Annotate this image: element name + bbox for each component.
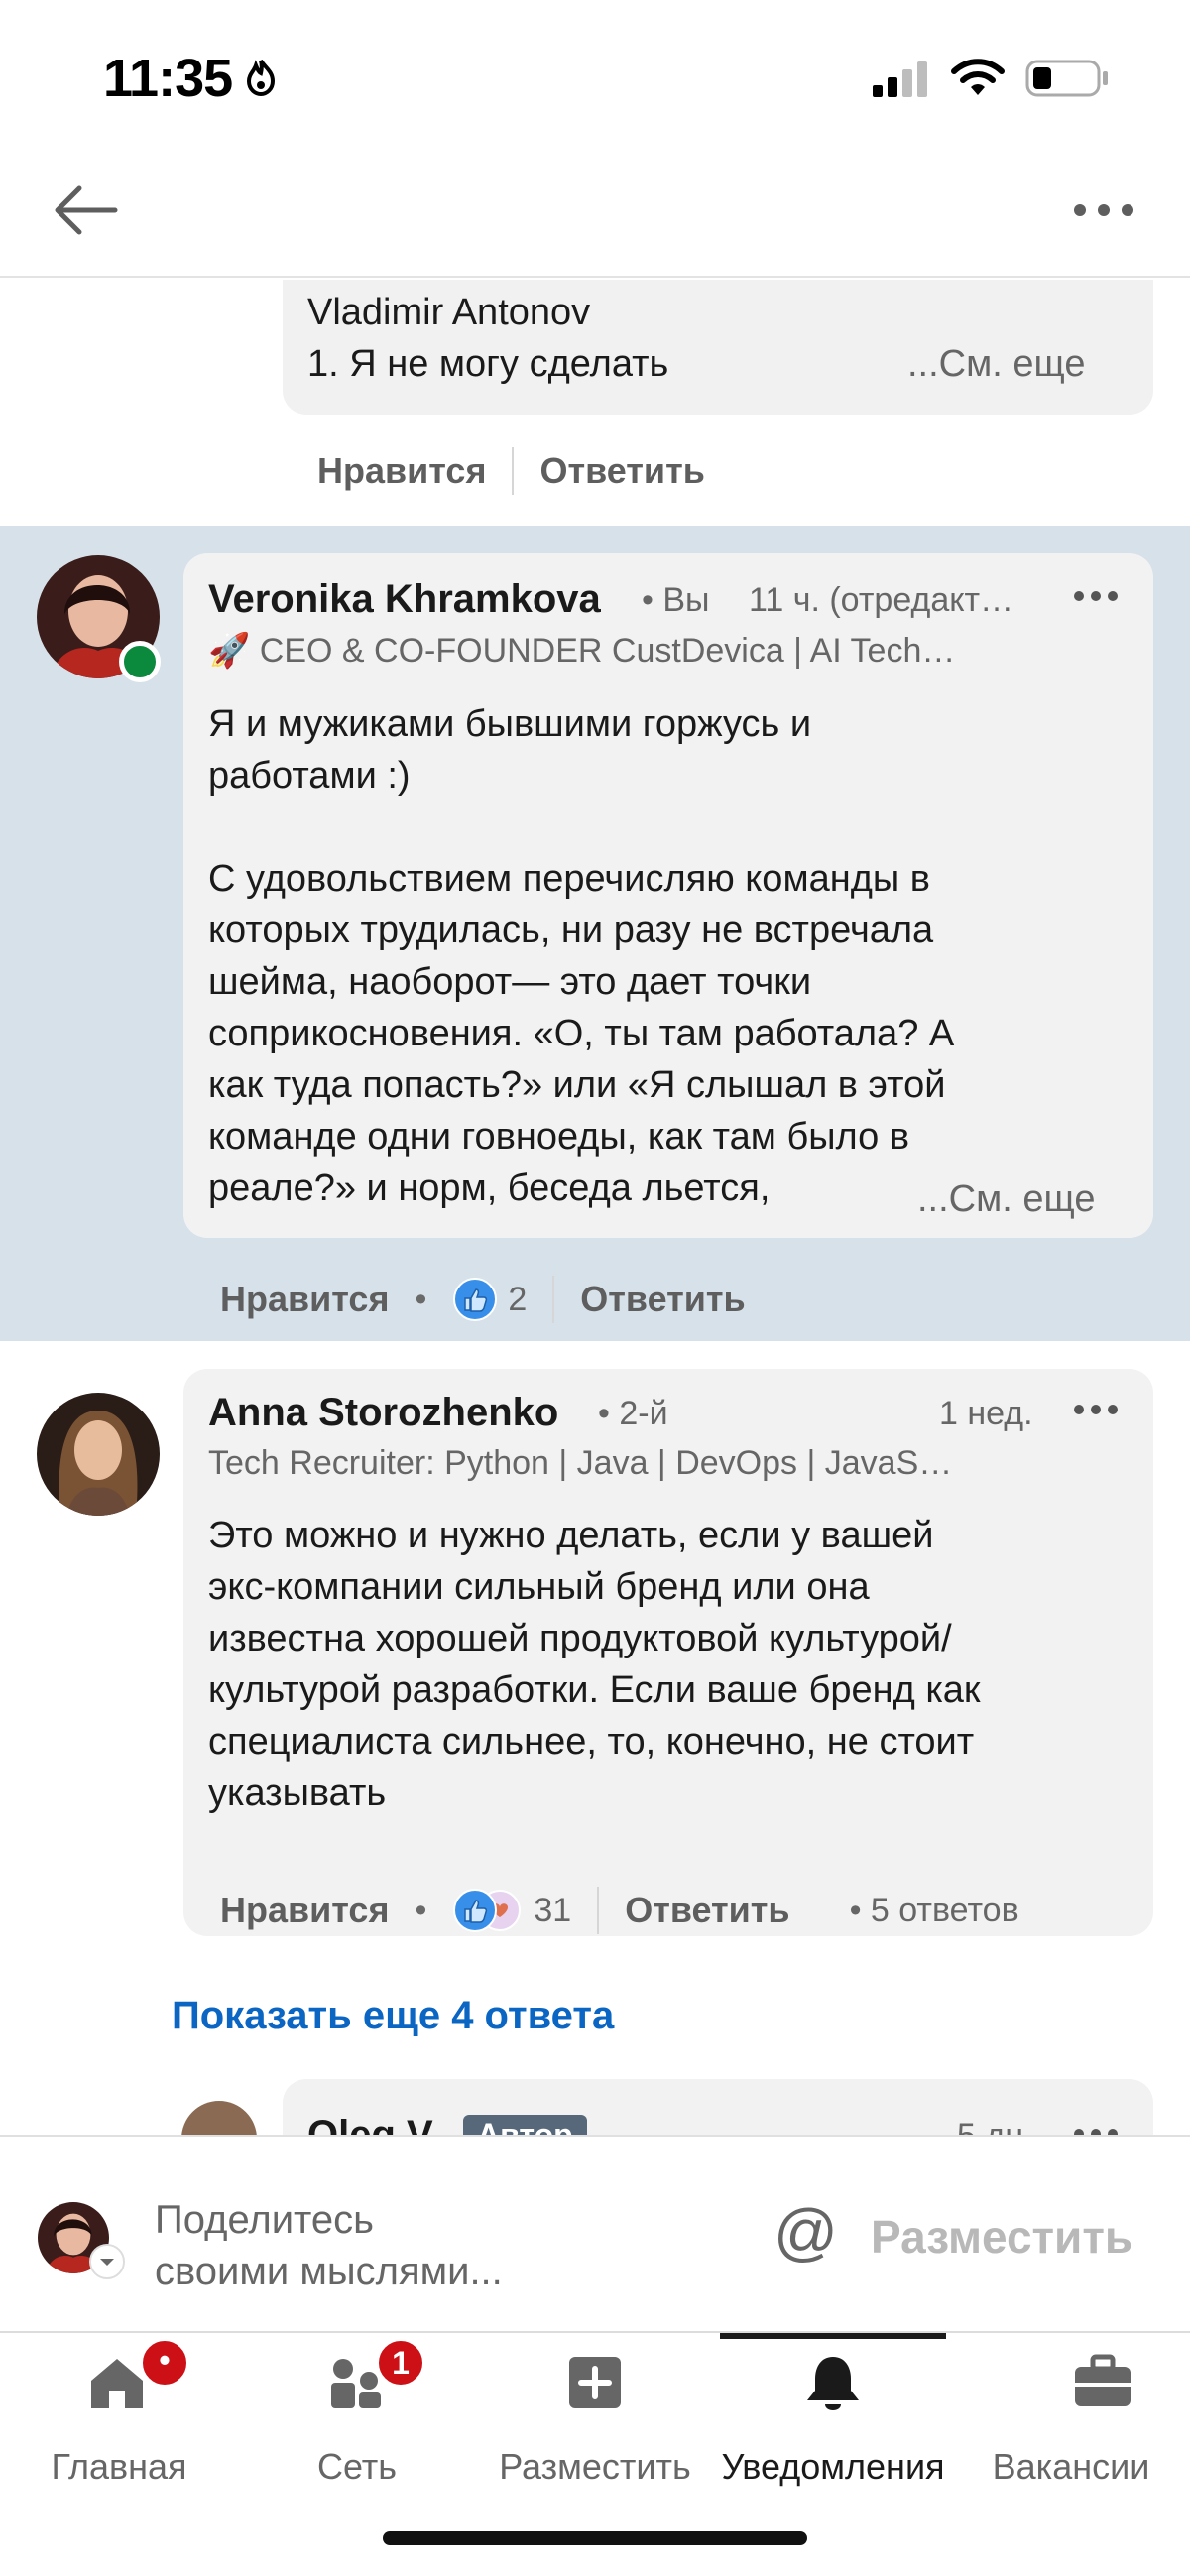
add-post-icon: [569, 2357, 621, 2408]
like-reaction-icon[interactable]: [452, 1277, 498, 1322]
comment-body: Я и мужиками бывшими горжусь и работами …: [208, 703, 955, 1209]
comment-timestamp: 11 ч. (отредакт…: [749, 581, 1014, 619]
tab-post[interactable]: Разместить: [476, 2333, 714, 2492]
reply-text: 1. Я не могу сделать: [307, 343, 669, 385]
battery-icon: [1025, 60, 1108, 97]
like-button[interactable]: Нравится: [317, 450, 486, 492]
comment-body: Это можно и нужно делать, если у вашей э…: [208, 1515, 981, 1814]
divider: [512, 447, 515, 495]
bell-icon: [807, 2357, 859, 2410]
divider: [552, 1276, 555, 1323]
more-horizontal-icon[interactable]: [1071, 198, 1136, 222]
tab-label: Вакансии: [992, 2446, 1150, 2487]
show-more-replies-link[interactable]: Показать еще 4 ответа: [172, 1994, 614, 2038]
focus-flame-icon: [246, 59, 276, 97]
comment-author-name[interactable]: Oleg V.: [307, 2113, 440, 2135]
see-more-link[interactable]: ...См. еще: [907, 343, 1085, 386]
reply-actions: Нравится Ответить: [317, 446, 705, 496]
comment-composer: Поделитесь своими мыслями... @ Разместит…: [0, 2135, 1190, 2331]
tab-notifications[interactable]: Уведомления: [714, 2333, 952, 2492]
comment-more-icon[interactable]: [1072, 2127, 1120, 2135]
post-button[interactable]: Разместить: [871, 2210, 1132, 2264]
status-bar: 11:35: [0, 0, 1190, 149]
tab-label: Разместить: [499, 2446, 691, 2487]
comment-bubble[interactable]: Veronika Khramkova • Вы 11 ч. (отредакт……: [183, 553, 1153, 1238]
online-status-badge: [119, 641, 161, 682]
divider: [597, 1887, 600, 1934]
top-nav: [0, 149, 1190, 278]
comment-actions: Нравится • 2 Ответить: [220, 1270, 746, 1329]
notification-badge: 1: [375, 2337, 426, 2389]
briefcase-icon: [1075, 2354, 1130, 2406]
comments-feed: Vladimir Antonov 1. Я не могу сделать ..…: [0, 280, 1190, 2135]
comment-bubble[interactable]: Oleg V. Автор 5 дн.: [283, 2079, 1153, 2135]
like-button[interactable]: Нравится: [220, 1279, 389, 1320]
status-time: 11:35: [103, 49, 233, 108]
wifi-icon: [951, 59, 1005, 95]
connection-degree: • Вы: [642, 581, 710, 619]
arrow-left-icon[interactable]: [50, 181, 119, 240]
highlighted-comment: Veronika Khramkova • Вы 11 ч. (отредакт……: [0, 526, 1190, 1341]
connection-degree: • 2-й: [598, 1395, 668, 1432]
comment-more-icon[interactable]: [1072, 589, 1120, 603]
comment-bubble[interactable]: Anna Storozhenko • 2-й 1 нед. Tech Recru…: [183, 1369, 1153, 1936]
comment-actions: Нравится • 31 Ответить • 5 ответов: [220, 1881, 1019, 1940]
cellular-signal-icon: [873, 61, 927, 97]
reaction-count[interactable]: 31: [534, 1892, 571, 1930]
author-badge: Автор: [463, 2115, 587, 2135]
comment-author-name[interactable]: Anna Storozhenko: [208, 1391, 558, 1435]
comment-timestamp: 5 дн.: [957, 2117, 1032, 2135]
reply-button[interactable]: Ответить: [625, 1890, 789, 1931]
author-headline: 🚀 CEO & CO-FOUNDER CustDevica | AI Tech…: [208, 632, 956, 670]
reply-button[interactable]: Ответить: [539, 450, 704, 492]
author-headline: Tech Recruiter: Python | Java | DevOps |…: [208, 1444, 953, 1482]
reaction-count[interactable]: 2: [508, 1281, 527, 1319]
tab-label: Уведомления: [721, 2446, 945, 2487]
like-button[interactable]: Нравится: [220, 1890, 389, 1931]
mention-at-icon[interactable]: @: [774, 2200, 838, 2264]
avatar[interactable]: [37, 1393, 160, 1516]
see-more-link[interactable]: ...См. еще: [907, 1178, 1096, 1221]
tab-jobs[interactable]: Вакансии: [952, 2333, 1190, 2492]
tab-label: Сеть: [316, 2446, 398, 2487]
reply-author[interactable]: Vladimir Antonov: [307, 292, 590, 334]
replies-count[interactable]: • 5 ответов: [850, 1892, 1019, 1930]
comment-input[interactable]: Поделитесь своими мыслями...: [155, 2194, 591, 2297]
reactions-icon[interactable]: [452, 1888, 524, 1933]
reply-bubble[interactable]: Vladimir Antonov 1. Я не могу сделать ..…: [283, 280, 1153, 415]
separator-dot: •: [415, 1891, 427, 1929]
tab-label: Главная: [51, 2446, 187, 2487]
comment-author-name[interactable]: Veronika Khramkova: [208, 577, 601, 622]
comment-timestamp: 1 нед.: [939, 1395, 1033, 1432]
actor-switch-chevron-icon[interactable]: [89, 2244, 125, 2279]
avatar[interactable]: [181, 2101, 257, 2135]
reply-button[interactable]: Ответить: [580, 1279, 745, 1320]
separator-dot: •: [415, 1280, 427, 1318]
comment-more-icon[interactable]: [1072, 1403, 1120, 1416]
notification-badge: •: [139, 2337, 190, 2389]
tab-home[interactable]: • Главная: [0, 2333, 238, 2492]
home-indicator[interactable]: [383, 2531, 807, 2545]
tab-network[interactable]: 1 Сеть: [238, 2333, 476, 2492]
